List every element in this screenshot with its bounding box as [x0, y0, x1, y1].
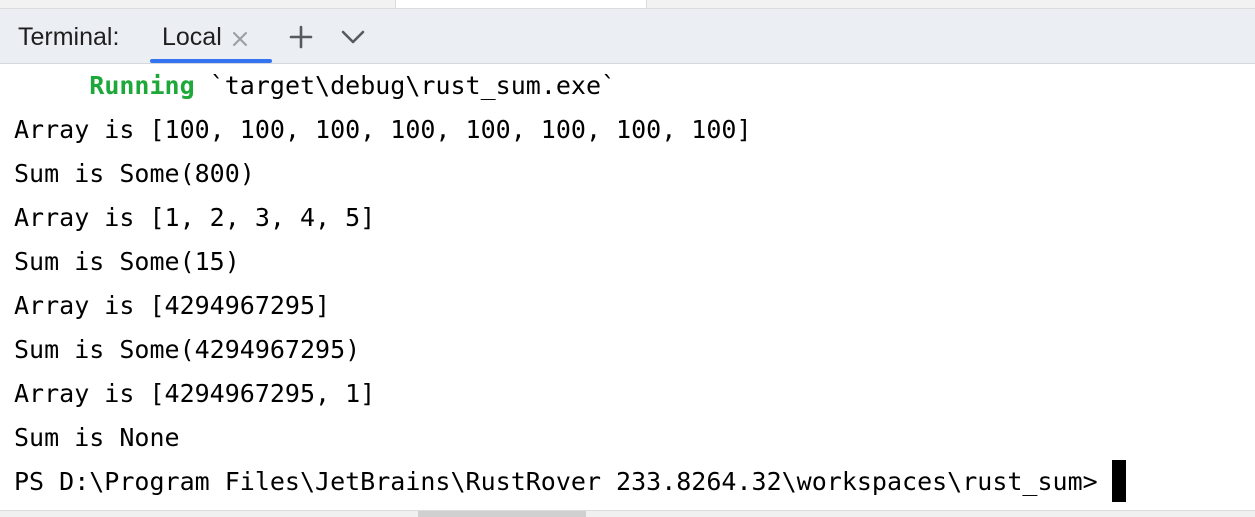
tab-label: Local: [162, 23, 222, 51]
output-line: Sum is Some(800): [14, 159, 255, 188]
shell-prompt: PS D:\Program Files\JetBrains\RustRover …: [14, 467, 1098, 496]
editor-tab-strip: [0, 0, 1255, 9]
output-line: Array is [4294967295]: [14, 291, 331, 320]
output-line: Array is [1, 2, 3, 4, 5]: [14, 203, 376, 232]
horizontal-scrollbar[interactable]: [0, 510, 1255, 517]
output-line: Array is [100, 100, 100, 100, 100, 100, …: [14, 115, 752, 144]
close-icon[interactable]: [230, 27, 250, 47]
tool-window-title: Terminal:: [18, 23, 120, 51]
plus-icon[interactable]: [287, 23, 315, 51]
scrollbar-thumb[interactable]: [418, 511, 586, 517]
chevron-down-icon[interactable]: [339, 23, 367, 51]
tab-local[interactable]: Local: [150, 9, 272, 63]
running-keyword: Running: [89, 71, 195, 100]
output-line: Sum is Some(15): [14, 247, 240, 276]
terminal-window: Terminal: Local Running `target\debug\ru…: [0, 0, 1255, 517]
terminal-toolbar: Terminal: Local: [0, 9, 1255, 64]
text-cursor: [1111, 460, 1126, 502]
output-line: Sum is Some(4294967295): [14, 335, 361, 364]
active-tab-indicator: [150, 59, 272, 63]
output-line: Array is [4294967295, 1]: [14, 379, 376, 408]
running-line: Running `target\debug\rust_sum.exe`: [14, 64, 616, 108]
running-path: `target\debug\rust_sum.exe`: [209, 71, 617, 100]
editor-tab-segment[interactable]: [395, 0, 647, 8]
prompt-line[interactable]: PS D:\Program Files\JetBrains\RustRover …: [14, 460, 1126, 504]
output-line: Sum is None: [14, 423, 180, 452]
terminal-output[interactable]: Running `target\debug\rust_sum.exe` Arra…: [0, 64, 1255, 510]
